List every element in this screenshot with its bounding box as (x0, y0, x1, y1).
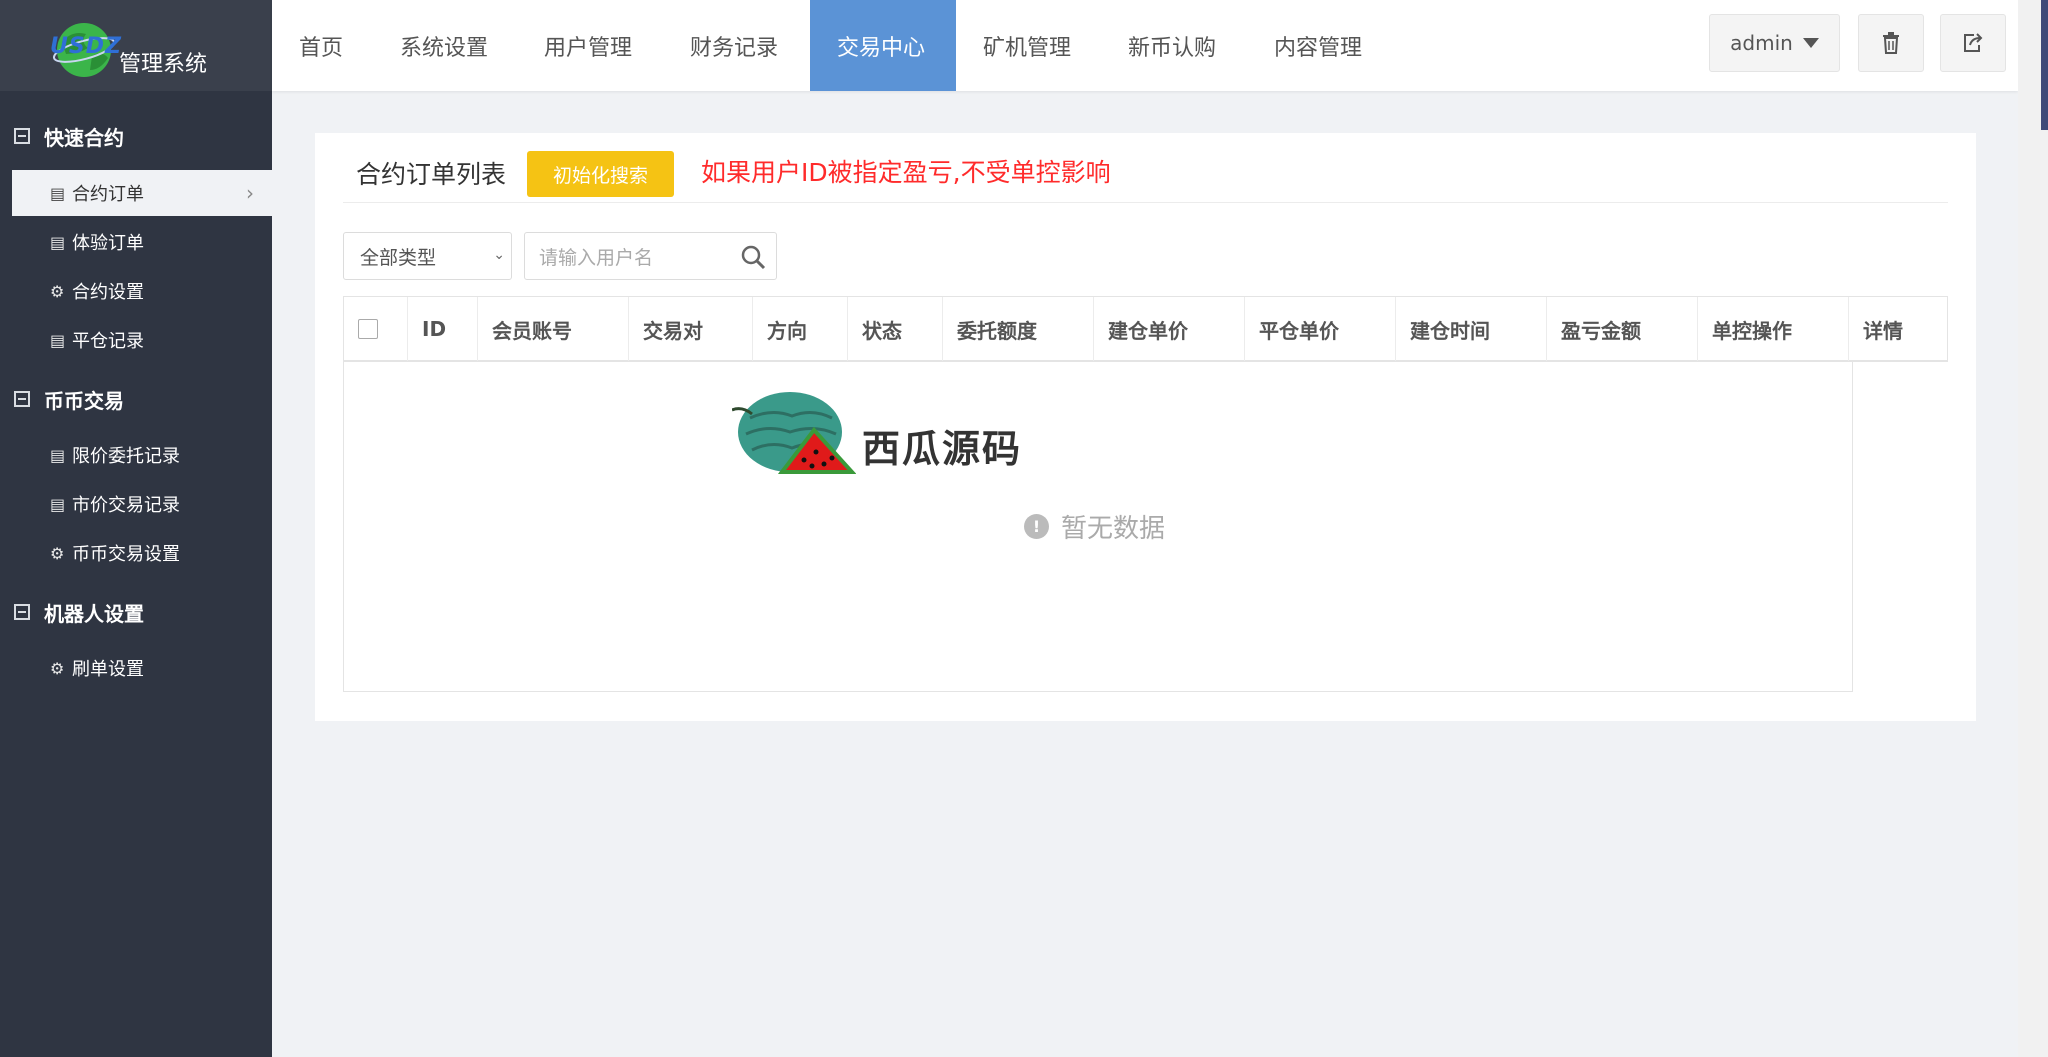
empty-state: ! 暂无数据 (1024, 508, 1165, 545)
collapse-icon (14, 391, 30, 407)
search-icon[interactable] (740, 244, 766, 270)
type-select-value: 全部类型 (360, 246, 437, 269)
chevron-down-icon: ⌄ (493, 247, 505, 263)
gear-icon: ⚙ (50, 543, 65, 563)
contract-orders-panel: 合约订单列表 初始化搜索 如果用户ID被指定盈亏,不受单控影响 全部类型 ⌄ 请… (315, 133, 1976, 721)
sidebar-item-brush-settings[interactable]: ⚙ 刷单设置 (12, 645, 272, 691)
list-icon: ▤ (50, 494, 66, 514)
table-header: ID 会员账号 交易对 方向 状态 委托额度 建仓单价 平仓单价 建仓时间 盈亏… (343, 296, 1948, 362)
sidebar-item-label: 合约订单 (72, 184, 144, 205)
sidebar-item-label: 刷单设置 (72, 659, 144, 680)
empty-state-text: 暂无数据 (1061, 514, 1166, 544)
nav-miner-management[interactable]: 矿机管理 (956, 0, 1098, 91)
sidebar-item-limit-orders[interactable]: ▤ 限价委托记录 (12, 432, 272, 478)
caret-down-icon (1802, 38, 1819, 48)
nav-finance-records[interactable]: 财务记录 (663, 0, 805, 91)
menu-group-label: 机器人设置 (44, 601, 144, 626)
sidebar: USDZ 管理系统 快速合约 ▤ 合约订单 › ▤ 体验订单 ⚙ 合约设置 ▤ … (0, 0, 272, 1057)
user-menu-button[interactable]: admin (1709, 14, 1840, 72)
init-search-button[interactable]: 初始化搜索 (527, 151, 674, 197)
gear-icon: ⚙ (50, 281, 65, 301)
username-search-input[interactable]: 请输入用户名 (524, 232, 777, 280)
sidebar-item-label: 限价委托记录 (72, 446, 180, 467)
watermark-text: 西瓜源码 (862, 427, 1023, 471)
column-header-member-account[interactable]: 会员账号 (478, 297, 629, 361)
column-header-control[interactable]: 单控操作 (1698, 297, 1849, 361)
sidebar-item-trial-orders[interactable]: ▤ 体验订单 (12, 219, 272, 265)
nav-content-management[interactable]: 内容管理 (1247, 0, 1389, 91)
column-header-open-price[interactable]: 建仓单价 (1094, 297, 1245, 361)
menu-group-label: 币币交易 (44, 388, 124, 413)
sidebar-item-contract-orders[interactable]: ▤ 合约订单 › (12, 170, 272, 216)
search-placeholder: 请输入用户名 (539, 246, 654, 269)
menu-group-quick-contract[interactable]: 快速合约 (0, 111, 272, 161)
menu-group-label: 快速合约 (44, 125, 124, 150)
sidebar-item-contract-settings[interactable]: ⚙ 合约设置 (12, 268, 272, 314)
collapse-icon (14, 604, 30, 620)
orders-table: ID 会员账号 交易对 方向 状态 委托额度 建仓单价 平仓单价 建仓时间 盈亏… (343, 296, 1948, 692)
nav-user-management[interactable]: 用户管理 (517, 0, 659, 91)
clear-cache-button[interactable] (1858, 14, 1924, 72)
column-header-details[interactable]: 详情 (1849, 297, 1947, 361)
menu-group-coin-trading[interactable]: 币币交易 (0, 374, 272, 424)
page-scrollbar-track[interactable] (2018, 0, 2048, 1057)
nav-system-settings[interactable]: 系统设置 (373, 0, 515, 91)
gear-icon: ⚙ (50, 658, 65, 678)
column-header-direction[interactable]: 方向 (753, 297, 848, 361)
info-icon: ! (1024, 514, 1049, 539)
warning-text: 如果用户ID被指定盈亏,不受单控影响 (701, 158, 1111, 187)
list-icon: ▤ (50, 232, 66, 252)
select-all-cell (344, 297, 408, 361)
nav-trading-center[interactable]: 交易中心 (810, 0, 956, 91)
column-header-pnl[interactable]: 盈亏金额 (1547, 297, 1698, 361)
select-all-checkbox[interactable] (358, 319, 378, 339)
user-name: admin (1730, 31, 1793, 55)
sidebar-item-label: 合约设置 (72, 282, 144, 303)
column-header-close-price[interactable]: 平仓单价 (1245, 297, 1396, 361)
trash-icon (1883, 32, 1899, 54)
logout-button[interactable] (1940, 14, 2006, 72)
watermelon-logo-icon (731, 392, 857, 474)
sidebar-item-label: 平仓记录 (72, 331, 144, 352)
column-header-status[interactable]: 状态 (848, 297, 943, 361)
page-scrollbar-thumb[interactable] (2041, 0, 2048, 130)
top-nav: 首页 系统设置 用户管理 财务记录 交易中心 矿机管理 新币认购 内容管理 ad… (272, 0, 2018, 91)
divider (343, 202, 1948, 203)
sidebar-item-label: 市价交易记录 (72, 495, 180, 516)
column-header-open-time[interactable]: 建仓时间 (1396, 297, 1547, 361)
list-icon: ▤ (50, 445, 66, 465)
nav-home[interactable]: 首页 (272, 0, 370, 91)
list-icon: ▤ (50, 330, 66, 350)
sidebar-item-market-records[interactable]: ▤ 市价交易记录 (12, 481, 272, 527)
menu-group-robot-settings[interactable]: 机器人设置 (0, 587, 272, 637)
collapse-icon (14, 128, 30, 144)
logo[interactable]: USDZ 管理系统 (0, 0, 272, 91)
chevron-right-icon: › (246, 181, 254, 205)
app-name: 管理系统 (119, 52, 208, 77)
type-select[interactable]: 全部类型 ⌄ (343, 232, 512, 280)
column-header-order-amount[interactable]: 委托额度 (943, 297, 1094, 361)
page-title: 合约订单列表 (356, 160, 507, 189)
nav-new-coin[interactable]: 新币认购 (1101, 0, 1243, 91)
sidebar-item-close-records[interactable]: ▤ 平仓记录 (12, 317, 272, 363)
sidebar-item-coin-settings[interactable]: ⚙ 币币交易设置 (12, 530, 272, 576)
sidebar-item-label: 币币交易设置 (72, 544, 180, 565)
column-header-id[interactable]: ID (408, 297, 478, 361)
table-body: 西瓜源码 ! 暂无数据 (343, 362, 1853, 692)
logo-mark: USDZ (50, 34, 122, 59)
sidebar-item-label: 体验订单 (72, 233, 144, 254)
list-icon: ▤ (50, 183, 66, 203)
logout-icon (1964, 33, 1983, 52)
watermark: 西瓜源码 (731, 388, 1062, 488)
column-header-pair[interactable]: 交易对 (629, 297, 753, 361)
